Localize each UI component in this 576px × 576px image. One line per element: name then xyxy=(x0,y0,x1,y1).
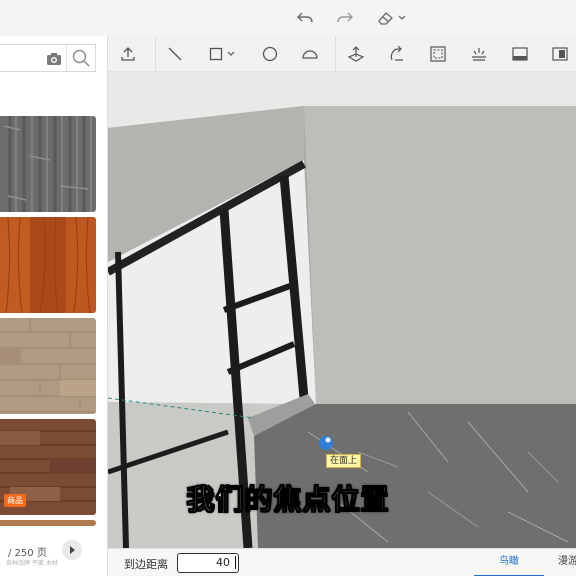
arc-icon[interactable] xyxy=(299,44,321,64)
next-page-button[interactable] xyxy=(62,540,82,560)
scene-render xyxy=(108,72,576,548)
distance-input[interactable]: 40 xyxy=(177,553,239,573)
top-bar xyxy=(0,0,576,36)
panel-icon[interactable] xyxy=(549,44,571,64)
tab-roam[interactable]: 漫游 xyxy=(558,549,576,576)
toolbar-divider xyxy=(155,36,156,72)
3d-viewport[interactable] xyxy=(108,72,576,548)
app-window: 商品 / 250 页 各种品牌 平面 木材 在面上 我们的焦点位置 到边距离 4… xyxy=(0,0,576,576)
search-icon[interactable] xyxy=(72,49,90,67)
material-tile[interactable] xyxy=(0,116,96,212)
drawing-toolbar xyxy=(108,36,576,72)
chevron-down-icon[interactable] xyxy=(225,44,237,64)
search-box[interactable] xyxy=(0,44,96,72)
offset-icon[interactable] xyxy=(427,44,449,64)
cabinet-icon[interactable] xyxy=(509,44,531,64)
rotate-icon[interactable] xyxy=(386,44,408,64)
distance-label: 到边距离 xyxy=(124,558,168,571)
page-subtext: 各种品牌 平面 木材 xyxy=(6,560,58,567)
rectangle-icon[interactable] xyxy=(205,44,227,64)
chevron-down-icon[interactable] xyxy=(396,8,408,28)
snap-tooltip: 在面上 xyxy=(326,454,362,468)
undo-icon[interactable] xyxy=(295,8,315,28)
line-icon[interactable] xyxy=(164,44,186,64)
eraser-icon[interactable] xyxy=(376,8,396,28)
floor-light-icon[interactable] xyxy=(468,44,490,64)
page-count: / 250 页 xyxy=(8,548,47,559)
push-pull-icon[interactable] xyxy=(345,44,367,64)
video-subtitle: 我们的焦点位置 xyxy=(186,483,390,517)
material-tile[interactable] xyxy=(0,520,96,526)
circle-icon[interactable] xyxy=(259,44,281,64)
search-divider xyxy=(66,45,67,71)
camera-icon[interactable] xyxy=(46,51,62,65)
toolbar-divider xyxy=(335,36,336,72)
bottom-bar: 到边距离 40 鸟瞰 漫游 xyxy=(108,548,576,576)
pagination: / 250 页 各种品牌 平面 木材 xyxy=(0,536,108,572)
upload-icon[interactable] xyxy=(117,44,139,64)
caret-right-icon xyxy=(70,546,75,554)
redo-icon[interactable] xyxy=(335,8,355,28)
text-caret xyxy=(235,556,236,569)
tab-birdseye[interactable]: 鸟瞰 xyxy=(474,549,544,576)
material-tile[interactable] xyxy=(0,217,96,313)
material-tile[interactable] xyxy=(0,318,96,414)
